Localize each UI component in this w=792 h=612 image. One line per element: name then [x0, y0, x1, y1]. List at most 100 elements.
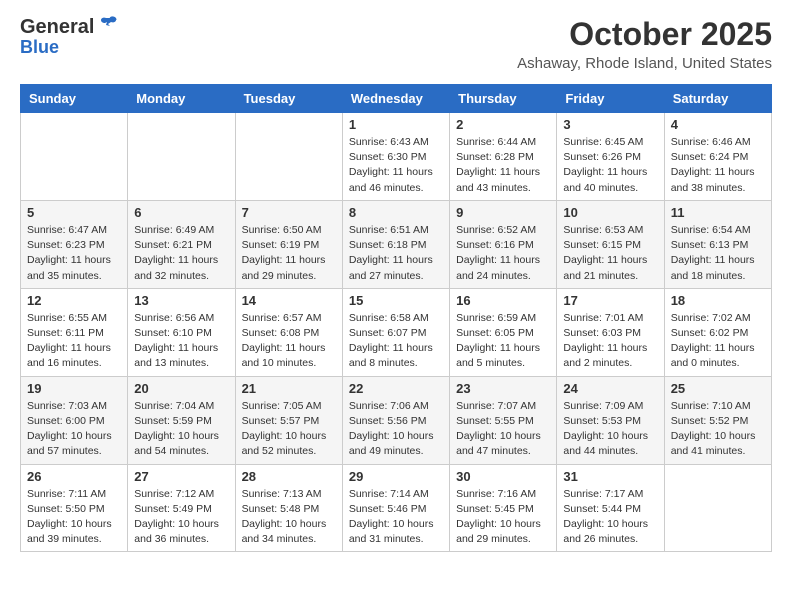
- day-number: 22: [349, 381, 443, 396]
- day-number: 29: [349, 469, 443, 484]
- day-number: 12: [27, 293, 121, 308]
- day-cell: 27 Sunrise: 7:12 AM Sunset: 5:49 PM Dayli…: [128, 464, 235, 552]
- day-cell: 7 Sunrise: 6:50 AM Sunset: 6:19 PM Daylig…: [235, 200, 342, 288]
- day-info: Sunrise: 7:03 AM Sunset: 6:00 PM Dayligh…: [27, 399, 121, 460]
- day-number: 24: [563, 381, 657, 396]
- day-number: 30: [456, 469, 550, 484]
- day-cell: 18 Sunrise: 7:02 AM Sunset: 6:02 PM Dayli…: [664, 288, 771, 376]
- day-number: 25: [671, 381, 765, 396]
- day-cell: 2 Sunrise: 6:44 AM Sunset: 6:28 PM Daylig…: [450, 113, 557, 201]
- day-info: Sunrise: 6:50 AM Sunset: 6:19 PM Dayligh…: [242, 223, 336, 284]
- day-info: Sunrise: 7:12 AM Sunset: 5:49 PM Dayligh…: [134, 487, 228, 548]
- logo-bird-icon: [96, 14, 118, 36]
- day-info: Sunrise: 7:10 AM Sunset: 5:52 PM Dayligh…: [671, 399, 765, 460]
- day-cell: 4 Sunrise: 6:46 AM Sunset: 6:24 PM Daylig…: [664, 113, 771, 201]
- weekday-header-tuesday: Tuesday: [235, 85, 342, 113]
- weekday-header-monday: Monday: [128, 85, 235, 113]
- day-number: 13: [134, 293, 228, 308]
- week-row-1: 1 Sunrise: 6:43 AM Sunset: 6:30 PM Daylig…: [21, 113, 772, 201]
- day-cell: 3 Sunrise: 6:45 AM Sunset: 6:26 PM Daylig…: [557, 113, 664, 201]
- day-number: 11: [671, 205, 765, 220]
- day-info: Sunrise: 6:44 AM Sunset: 6:28 PM Dayligh…: [456, 135, 550, 196]
- day-number: 28: [242, 469, 336, 484]
- day-info: Sunrise: 7:02 AM Sunset: 6:02 PM Dayligh…: [671, 311, 765, 372]
- day-info: Sunrise: 7:13 AM Sunset: 5:48 PM Dayligh…: [242, 487, 336, 548]
- day-info: Sunrise: 6:51 AM Sunset: 6:18 PM Dayligh…: [349, 223, 443, 284]
- day-info: Sunrise: 7:16 AM Sunset: 5:45 PM Dayligh…: [456, 487, 550, 548]
- day-number: 16: [456, 293, 550, 308]
- weekday-header-saturday: Saturday: [664, 85, 771, 113]
- day-info: Sunrise: 6:57 AM Sunset: 6:08 PM Dayligh…: [242, 311, 336, 372]
- day-number: 6: [134, 205, 228, 220]
- calendar-table: SundayMondayTuesdayWednesdayThursdayFrid…: [20, 84, 772, 552]
- day-cell: 15 Sunrise: 6:58 AM Sunset: 6:07 PM Dayli…: [342, 288, 449, 376]
- day-cell: [21, 113, 128, 201]
- day-cell: 25 Sunrise: 7:10 AM Sunset: 5:52 PM Dayli…: [664, 376, 771, 464]
- day-info: Sunrise: 7:09 AM Sunset: 5:53 PM Dayligh…: [563, 399, 657, 460]
- day-cell: 11 Sunrise: 6:54 AM Sunset: 6:13 PM Dayli…: [664, 200, 771, 288]
- day-info: Sunrise: 7:07 AM Sunset: 5:55 PM Dayligh…: [456, 399, 550, 460]
- day-cell: 12 Sunrise: 6:55 AM Sunset: 6:11 PM Dayli…: [21, 288, 128, 376]
- day-number: 31: [563, 469, 657, 484]
- day-cell: 5 Sunrise: 6:47 AM Sunset: 6:23 PM Daylig…: [21, 200, 128, 288]
- day-number: 1: [349, 117, 443, 132]
- logo: General Blue: [20, 16, 118, 58]
- day-number: 8: [349, 205, 443, 220]
- day-number: 14: [242, 293, 336, 308]
- day-cell: [128, 113, 235, 201]
- day-cell: 24 Sunrise: 7:09 AM Sunset: 5:53 PM Dayli…: [557, 376, 664, 464]
- day-cell: 17 Sunrise: 7:01 AM Sunset: 6:03 PM Dayli…: [557, 288, 664, 376]
- week-row-4: 19Sunrise: 7:03 AM Sunset: 6:00 PM Dayli…: [21, 376, 772, 464]
- title-block: October 2025 Ashaway, Rhode Island, Unit…: [517, 16, 772, 72]
- day-number: 27: [134, 469, 228, 484]
- day-info: Sunrise: 6:46 AM Sunset: 6:24 PM Dayligh…: [671, 135, 765, 196]
- day-info: Sunrise: 6:59 AM Sunset: 6:05 PM Dayligh…: [456, 311, 550, 372]
- day-cell: 22Sunrise: 7:06 AM Sunset: 5:56 PM Dayli…: [342, 376, 449, 464]
- day-info: Sunrise: 6:45 AM Sunset: 6:26 PM Dayligh…: [563, 135, 657, 196]
- day-info: Sunrise: 6:55 AM Sunset: 6:11 PM Dayligh…: [27, 311, 121, 372]
- week-row-5: 26Sunrise: 7:11 AM Sunset: 5:50 PM Dayli…: [21, 464, 772, 552]
- header: General Blue October 2025 Ashaway, Rhode…: [20, 16, 772, 72]
- day-cell: 30 Sunrise: 7:16 AM Sunset: 5:45 PM Dayli…: [450, 464, 557, 552]
- day-info: Sunrise: 7:17 AM Sunset: 5:44 PM Dayligh…: [563, 487, 657, 548]
- day-info: Sunrise: 6:47 AM Sunset: 6:23 PM Dayligh…: [27, 223, 121, 284]
- day-number: 21: [242, 381, 336, 396]
- day-cell: [235, 113, 342, 201]
- day-cell: [664, 464, 771, 552]
- weekday-header-row: SundayMondayTuesdayWednesdayThursdayFrid…: [21, 85, 772, 113]
- day-info: Sunrise: 6:58 AM Sunset: 6:07 PM Dayligh…: [349, 311, 443, 372]
- day-number: 18: [671, 293, 765, 308]
- day-info: Sunrise: 6:56 AM Sunset: 6:10 PM Dayligh…: [134, 311, 228, 372]
- day-cell: 16 Sunrise: 6:59 AM Sunset: 6:05 PM Dayli…: [450, 288, 557, 376]
- day-number: 3: [563, 117, 657, 132]
- day-info: Sunrise: 6:54 AM Sunset: 6:13 PM Dayligh…: [671, 223, 765, 284]
- day-number: 7: [242, 205, 336, 220]
- weekday-header-friday: Friday: [557, 85, 664, 113]
- day-cell: 13 Sunrise: 6:56 AM Sunset: 6:10 PM Dayli…: [128, 288, 235, 376]
- day-number: 5: [27, 205, 121, 220]
- day-cell: 26Sunrise: 7:11 AM Sunset: 5:50 PM Dayli…: [21, 464, 128, 552]
- day-number: 15: [349, 293, 443, 308]
- day-info: Sunrise: 6:43 AM Sunset: 6:30 PM Dayligh…: [349, 135, 443, 196]
- day-number: 23: [456, 381, 550, 396]
- day-info: Sunrise: 7:11 AM Sunset: 5:50 PM Dayligh…: [27, 487, 121, 548]
- day-info: Sunrise: 6:49 AM Sunset: 6:21 PM Dayligh…: [134, 223, 228, 284]
- day-cell: 14 Sunrise: 6:57 AM Sunset: 6:08 PM Dayli…: [235, 288, 342, 376]
- day-number: 2: [456, 117, 550, 132]
- day-number: 17: [563, 293, 657, 308]
- day-number: 10: [563, 205, 657, 220]
- month-title: October 2025: [517, 16, 772, 53]
- day-info: Sunrise: 6:53 AM Sunset: 6:15 PM Dayligh…: [563, 223, 657, 284]
- week-row-2: 5 Sunrise: 6:47 AM Sunset: 6:23 PM Daylig…: [21, 200, 772, 288]
- day-cell: 21Sunrise: 7:05 AM Sunset: 5:57 PM Dayli…: [235, 376, 342, 464]
- logo-blue: Blue: [20, 38, 59, 58]
- day-info: Sunrise: 6:52 AM Sunset: 6:16 PM Dayligh…: [456, 223, 550, 284]
- day-cell: 1 Sunrise: 6:43 AM Sunset: 6:30 PM Daylig…: [342, 113, 449, 201]
- day-cell: 10 Sunrise: 6:53 AM Sunset: 6:15 PM Dayli…: [557, 200, 664, 288]
- day-info: Sunrise: 7:01 AM Sunset: 6:03 PM Dayligh…: [563, 311, 657, 372]
- day-number: 4: [671, 117, 765, 132]
- day-cell: 9Sunrise: 6:52 AM Sunset: 6:16 PM Daylig…: [450, 200, 557, 288]
- day-cell: 8 Sunrise: 6:51 AM Sunset: 6:18 PM Daylig…: [342, 200, 449, 288]
- day-cell: 6 Sunrise: 6:49 AM Sunset: 6:21 PM Daylig…: [128, 200, 235, 288]
- day-cell: 28 Sunrise: 7:13 AM Sunset: 5:48 PM Dayli…: [235, 464, 342, 552]
